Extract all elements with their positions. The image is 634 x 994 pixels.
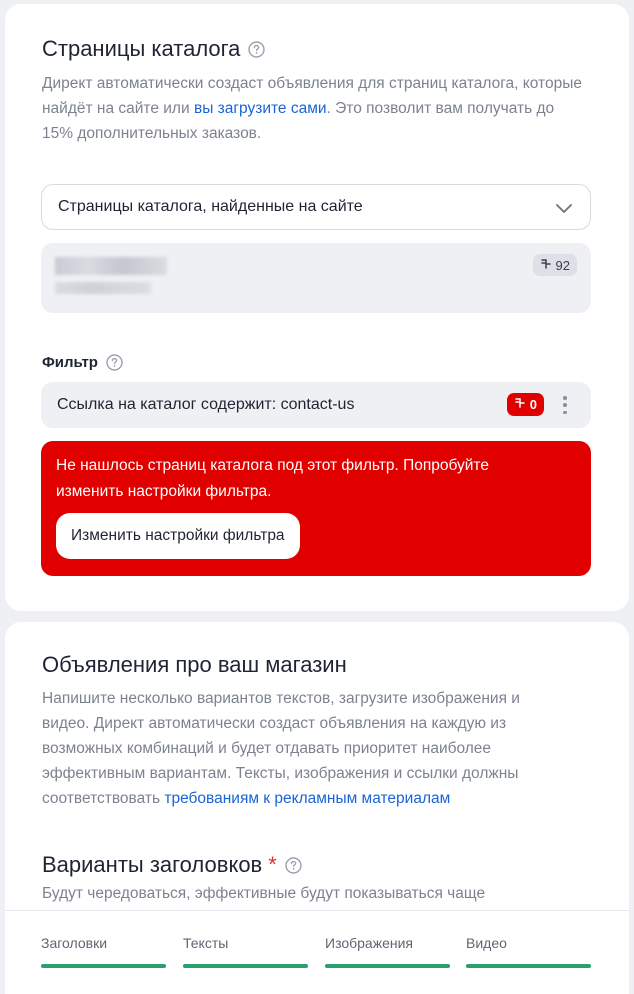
progress-indicator — [466, 964, 591, 968]
help-icon[interactable] — [106, 354, 123, 371]
required-mark: * — [268, 852, 277, 877]
filter-condition: Ссылка на каталог содержит: contact-us — [57, 396, 355, 413]
headlines-description: Будут чередоваться, эффективные будут по… — [42, 885, 486, 902]
catalog-pages-icon — [514, 397, 526, 412]
catalog-source-value: Страницы каталога, найденные на сайте — [58, 198, 363, 215]
progress-item-images[interactable]: Изображения — [325, 935, 450, 968]
progress-label: Изображения — [325, 935, 413, 951]
progress-label: Видео — [466, 935, 507, 951]
progress-indicator — [183, 964, 308, 968]
catalog-section-title-row: Страницы каталога — [42, 36, 266, 62]
chevron-down-icon — [554, 198, 574, 223]
site-domain-redacted — [55, 257, 167, 275]
help-icon[interactable] — [248, 40, 266, 58]
filter-label: Фильтр — [42, 354, 98, 371]
progress-item-texts[interactable]: Тексты — [183, 935, 308, 968]
ad-requirements-link[interactable]: требованиям к рекламным материалам — [164, 790, 450, 807]
progress-item-headlines[interactable]: Заголовки — [41, 935, 166, 968]
progress-indicator — [41, 964, 166, 968]
catalog-pages-card: Страницы каталога Директ автоматически с… — [5, 4, 629, 611]
catalog-section-title: Страницы каталога — [42, 36, 241, 61]
filter-error-alert: Не нашлось страниц каталога под этот фил… — [41, 441, 591, 576]
headlines-title-row: Варианты заголовков * — [42, 852, 302, 878]
change-filter-button[interactable]: Изменить настройки фильтра — [56, 513, 300, 559]
site-url-redacted — [55, 282, 151, 294]
site-pages-box: 92 — [41, 243, 591, 313]
progress-label: Заголовки — [41, 935, 108, 951]
catalog-source-select[interactable]: Страницы каталога, найденные на сайте — [41, 184, 591, 230]
upload-yourself-link[interactable]: вы загрузите сами — [194, 100, 327, 117]
headlines-title: Варианты заголовков — [42, 852, 263, 877]
ads-description: Напишите несколько вариантов текстов, за… — [42, 686, 562, 811]
filter-label-row: Фильтр — [42, 354, 123, 371]
ads-section-title: Объявления про ваш магазин — [42, 652, 347, 677]
catalog-pages-icon — [540, 258, 552, 273]
filter-error-message: Не нашлось страниц каталога под этот фил… — [56, 457, 489, 500]
completion-progress-bar: Заголовки Тексты Изображения Видео — [5, 910, 629, 994]
help-icon[interactable] — [285, 856, 302, 874]
progress-indicator — [325, 964, 450, 968]
filter-match-badge: 0 — [506, 393, 544, 416]
pages-count-badge: 92 — [532, 254, 577, 276]
more-options-icon[interactable] — [559, 395, 571, 415]
filter-match-count: 0 — [529, 397, 537, 412]
pages-count: 92 — [555, 257, 570, 273]
catalog-description: Директ автоматически создаст объявления … — [42, 71, 582, 146]
filter-condition-row[interactable]: Ссылка на каталог содержит: contact-us 0 — [41, 382, 591, 428]
progress-label: Тексты — [183, 935, 229, 951]
progress-item-video[interactable]: Видео — [466, 935, 591, 968]
